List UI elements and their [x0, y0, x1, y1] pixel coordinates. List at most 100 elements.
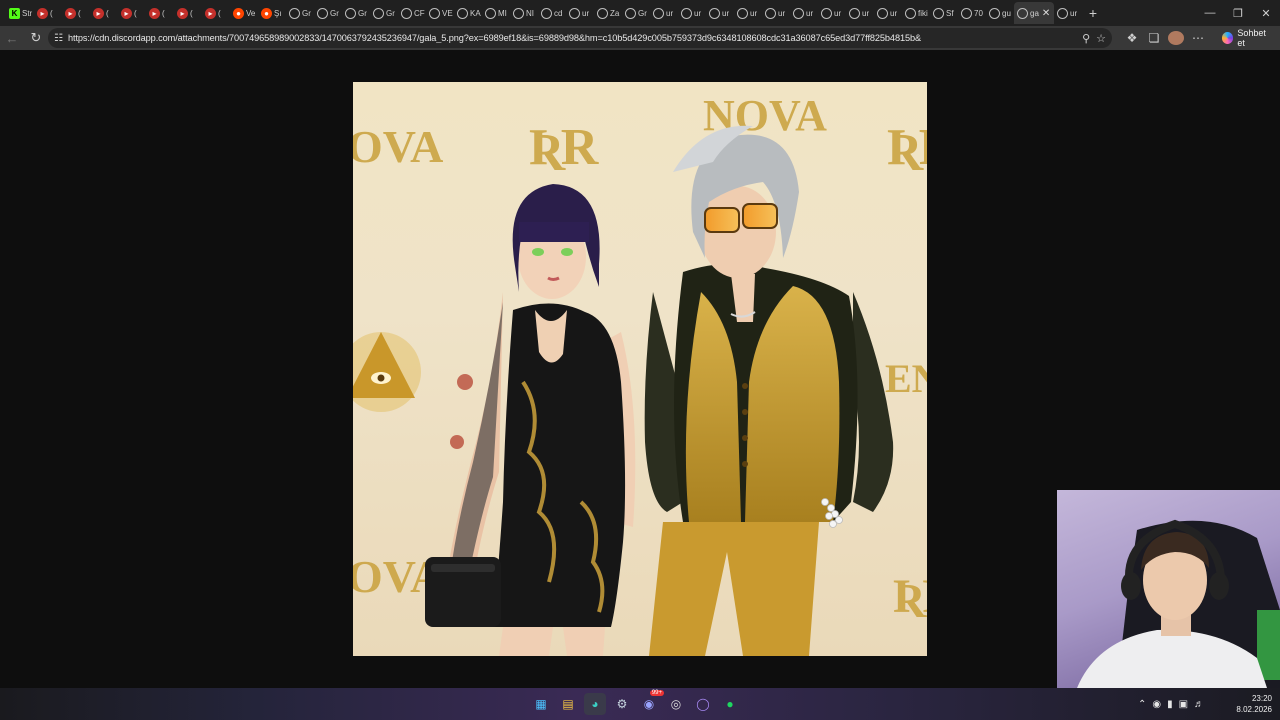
close-window-icon[interactable]: ✕ — [1252, 0, 1280, 26]
browser-tab[interactable]: Za — [594, 2, 622, 24]
globe-icon — [821, 7, 832, 19]
file-explorer-icon[interactable]: ▤ — [557, 693, 579, 715]
browser-tab[interactable]: CF — [398, 2, 426, 24]
toolbar-actions: ❖ ❏ ⋯ — [1124, 26, 1206, 50]
browser-tab[interactable]: ur — [846, 2, 874, 24]
browser-tab[interactable]: Gr — [314, 2, 342, 24]
address-bar[interactable]: ☷ https://cdn.discordapp.com/attachments… — [48, 28, 1112, 48]
browser-tab[interactable]: NI — [510, 2, 538, 24]
reddit-icon: ● — [233, 7, 244, 19]
image-viewer: OVA ƦR NOVA ƦR OVA ENI ƦR — [0, 50, 1280, 688]
browser-tab[interactable]: ▸( — [118, 2, 146, 24]
edge-icon[interactable]: ◕ — [584, 693, 606, 715]
browser-tab[interactable]: ur — [678, 2, 706, 24]
new-tab-icon[interactable]: + — [1082, 5, 1104, 21]
favorite-star-icon[interactable]: ☆ — [1096, 32, 1106, 45]
browser-tab[interactable]: ▸( — [202, 2, 230, 24]
youtube-icon: ▸ — [65, 7, 76, 19]
browser-tab[interactable]: MI — [482, 2, 510, 24]
tab-label: ur — [694, 8, 702, 18]
youtube-icon: ▸ — [37, 7, 48, 19]
browser-tab[interactable]: Gr — [342, 2, 370, 24]
browser-tab[interactable]: 70 — [958, 2, 986, 24]
browser-tab[interactable]: K Str — [6, 2, 34, 24]
tab-label: ur — [722, 8, 730, 18]
more-menu-icon[interactable]: ⋯ — [1190, 31, 1206, 45]
tab-label: Za — [610, 8, 620, 18]
displayed-image[interactable]: OVA ƦR NOVA ƦR OVA ENI ƦR — [353, 82, 927, 656]
address-bar-actions: ⚲ ☆ — [1082, 28, 1106, 48]
steam-icon[interactable]: ⚙ — [611, 693, 633, 715]
browser-tab[interactable]: ● Ve — [230, 2, 258, 24]
browser-tab[interactable]: ur — [818, 2, 846, 24]
pyramid-emblem — [353, 332, 421, 412]
tab-label: ( — [134, 8, 137, 18]
browser-tab[interactable]: Gr — [370, 2, 398, 24]
browser-tab[interactable]: ▸( — [34, 2, 62, 24]
volume-icon[interactable]: ♬ — [1194, 699, 1204, 710]
browser-tab[interactable]: ▸( — [146, 2, 174, 24]
system-clock[interactable]: 23:20 8.02.2026 — [1236, 693, 1272, 715]
refresh-icon[interactable]: ↻ — [24, 26, 48, 50]
minimize-icon[interactable]: — — [1196, 0, 1224, 26]
tab-label: MI — [498, 8, 507, 18]
tab-label: ( — [106, 8, 109, 18]
browser-tab[interactable]: cd — [538, 2, 566, 24]
network-icon[interactable]: ▣ — [1179, 699, 1188, 710]
copilot-icon — [1222, 32, 1234, 44]
taskbar-apps: ▦ ▤ ◕ ⚙ ◉ 99+ ◎ ◯ ● — [530, 688, 741, 720]
browser-tab[interactable]: ur — [706, 2, 734, 24]
tab-label: ur — [806, 8, 814, 18]
browser-tab[interactable]: ur — [650, 2, 678, 24]
discord-icon[interactable]: ◉ 99+ — [638, 690, 664, 715]
clock-time: 23:20 — [1251, 694, 1272, 703]
browser-tab[interactable]: Gr — [286, 2, 314, 24]
start-icon[interactable]: ▦ — [530, 693, 552, 715]
browser-tab[interactable]: ur — [762, 2, 790, 24]
browser-tab[interactable]: ur — [790, 2, 818, 24]
browser-tab[interactable]: ● Şı — [258, 2, 286, 24]
copilot-button[interactable]: Sohbet et — [1216, 28, 1280, 48]
extensions-icon[interactable]: ❖ — [1124, 31, 1140, 45]
browser-tab[interactable]: KA — [454, 2, 482, 24]
collections-icon[interactable]: ❏ — [1146, 31, 1162, 45]
back-icon[interactable]: ← — [0, 26, 24, 50]
spotify-icon[interactable]: ● — [719, 693, 741, 715]
browser-tab[interactable]: VE — [426, 2, 454, 24]
browser-tab[interactable]: ur — [874, 2, 902, 24]
browser-tab[interactable]: ur — [734, 2, 762, 24]
obs-icon[interactable]: ◯ — [692, 693, 714, 715]
webcam-overlay — [1057, 490, 1280, 688]
globe-icon — [653, 7, 664, 19]
tab-label: Gr — [330, 8, 339, 18]
globe-icon — [597, 7, 608, 19]
browser-tab[interactable]: ▸( — [174, 2, 202, 24]
microphone-icon[interactable]: ▮ — [1167, 699, 1173, 710]
anime-couple-illustration: OVA ƦR NOVA ƦR OVA ENI ƦR — [353, 91, 927, 656]
tab-label: ( — [78, 8, 81, 18]
tray-app-icon[interactable]: ◉ — [1152, 699, 1161, 710]
app-icon[interactable]: ◎ — [665, 693, 687, 715]
zoom-icon[interactable]: ⚲ — [1082, 32, 1090, 45]
tab-strip: K Str ▸(▸(▸(▸(▸(▸(▸(● Ve ● Şı Gr Gr Gr Gr CF VE KA MI… — [0, 0, 1280, 26]
browser-tab[interactable]: fiki — [902, 2, 930, 24]
profile-avatar[interactable] — [1168, 31, 1184, 45]
globe-icon — [905, 7, 916, 19]
browser-tab[interactable]: Sf — [930, 2, 958, 24]
tray-overflow-icon[interactable]: ⌃ — [1138, 699, 1146, 710]
browser-tab[interactable]: Gr — [622, 2, 650, 24]
browser-tab[interactable]: gu — [986, 2, 1014, 24]
browser-tab[interactable]: ur — [566, 2, 594, 24]
clock-date: 8.02.2026 — [1236, 705, 1272, 714]
tab-active[interactable]: ga ✕ — [1014, 2, 1054, 24]
url-text[interactable]: https://cdn.discordapp.com/attachments/7… — [68, 33, 921, 43]
globe-icon — [765, 7, 776, 19]
globe-icon — [793, 7, 804, 19]
browser-tab[interactable]: ur — [1054, 2, 1082, 24]
maximize-icon[interactable]: ❐ — [1224, 0, 1252, 26]
browser-tab[interactable]: ▸( — [90, 2, 118, 24]
site-info-icon[interactable]: ☷ — [54, 33, 68, 44]
close-tab-icon[interactable]: ✕ — [1042, 8, 1050, 19]
globe-icon — [681, 7, 692, 19]
browser-tab[interactable]: ▸( — [62, 2, 90, 24]
